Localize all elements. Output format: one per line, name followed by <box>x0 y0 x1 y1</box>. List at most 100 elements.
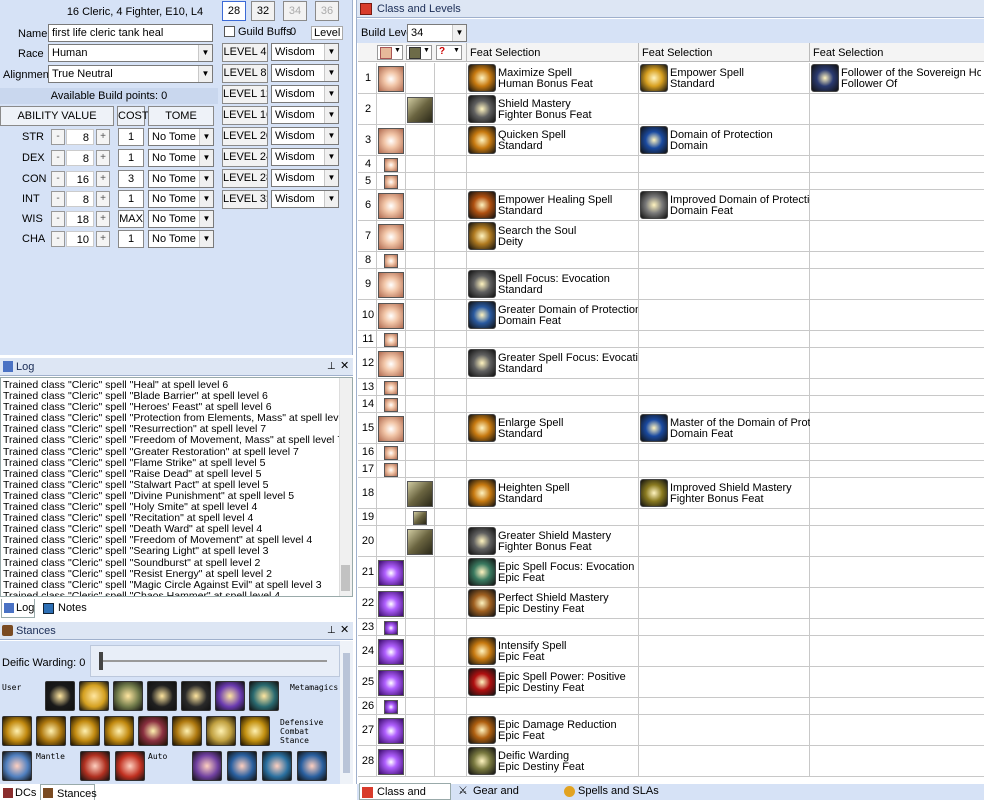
cleric-class-icon[interactable] <box>384 332 398 347</box>
feat-icon[interactable] <box>468 747 496 775</box>
level-row[interactable] <box>358 557 984 588</box>
level-up-stat-select[interactable]: Wisdom ▼ <box>271 64 339 82</box>
feat-icon[interactable] <box>468 349 496 377</box>
feat-icon[interactable] <box>468 668 496 696</box>
stance-toggle[interactable] <box>240 716 270 746</box>
cleric-class-icon[interactable] <box>378 271 404 298</box>
increment-button[interactable]: + <box>96 150 110 166</box>
feat-icon[interactable] <box>468 222 496 250</box>
level-row[interactable] <box>358 156 984 173</box>
stance-toggle[interactable] <box>79 681 109 711</box>
feat-icon[interactable] <box>640 191 668 219</box>
feat-icon[interactable] <box>468 301 496 329</box>
cleric-class-icon[interactable] <box>384 253 398 268</box>
feat-icon[interactable] <box>468 527 496 555</box>
class2-column-header[interactable]: ▼ <box>406 45 432 60</box>
level-row[interactable] <box>358 588 984 619</box>
class3-column-header[interactable]: ? ▼ <box>436 45 462 60</box>
stance-toggle[interactable] <box>192 751 222 781</box>
stance-toggle[interactable] <box>104 716 134 746</box>
level-row[interactable] <box>358 619 984 636</box>
guild-buffs-value[interactable]: 0 <box>290 26 296 38</box>
tome-select[interactable]: No Tome ▼ <box>148 149 214 167</box>
level-row[interactable] <box>358 173 984 190</box>
feat-icon[interactable] <box>468 479 496 507</box>
level-row[interactable] <box>358 715 984 746</box>
stance-toggle[interactable] <box>249 681 279 711</box>
gear-tab[interactable]: Gear and Filigrees <box>455 783 559 800</box>
feat-icon[interactable] <box>468 716 496 744</box>
stance-toggle[interactable] <box>45 681 75 711</box>
epic-class-icon[interactable] <box>378 638 404 665</box>
cleric-class-icon[interactable] <box>378 223 404 250</box>
tome-select[interactable]: No Tome ▼ <box>148 230 214 248</box>
feat-icon[interactable] <box>640 414 668 442</box>
epic-class-icon[interactable] <box>378 717 404 744</box>
close-icon[interactable]: ✕ <box>340 359 349 372</box>
cleric-class-icon[interactable] <box>384 157 398 172</box>
level-up-stat-select[interactable]: Wisdom ▼ <box>271 127 339 145</box>
log-text-area[interactable]: Trained class "Cleric" spell "Heal" at s… <box>0 377 353 597</box>
feat-icon[interactable] <box>468 637 496 665</box>
stance-toggle[interactable] <box>181 681 211 711</box>
stance-toggle[interactable] <box>147 681 177 711</box>
stance-toggle[interactable] <box>227 751 257 781</box>
stance-toggle[interactable] <box>138 716 168 746</box>
level-up-stat-select[interactable]: Wisdom ▼ <box>271 85 339 103</box>
level-row[interactable] <box>358 348 984 379</box>
epic-class-icon[interactable] <box>378 590 404 617</box>
stance-toggle[interactable] <box>206 716 236 746</box>
cleric-class-icon[interactable] <box>384 445 398 460</box>
level-up-stat-select[interactable]: Wisdom ▼ <box>271 190 339 208</box>
level-up-stat-select[interactable]: Wisdom ▼ <box>271 43 339 61</box>
level-row[interactable] <box>358 221 984 252</box>
cleric-class-icon[interactable] <box>384 380 398 395</box>
tome-select[interactable]: No Tome ▼ <box>148 128 214 146</box>
fighter-class-icon[interactable] <box>407 96 433 123</box>
decrement-button[interactable]: - <box>51 171 65 187</box>
cleric-class-icon[interactable] <box>384 174 398 189</box>
log-scrollbar[interactable] <box>339 378 352 596</box>
cleric-class-icon[interactable] <box>378 65 404 92</box>
stance-toggle[interactable] <box>115 751 145 781</box>
deific-warding-slider[interactable] <box>90 645 340 677</box>
tome-select[interactable]: No Tome ▼ <box>148 170 214 188</box>
feat-icon[interactable] <box>468 589 496 617</box>
cleric-class-icon[interactable] <box>378 415 404 442</box>
level-28-button[interactable]: 28 <box>222 1 246 21</box>
stance-toggle[interactable] <box>297 751 327 781</box>
stance-toggle[interactable] <box>80 751 110 781</box>
level-row[interactable] <box>358 461 984 478</box>
stance-toggle[interactable] <box>36 716 66 746</box>
feat-icon[interactable] <box>468 558 496 586</box>
cleric-class-icon[interactable] <box>378 192 404 219</box>
level-row[interactable] <box>358 331 984 348</box>
level-row[interactable] <box>358 667 984 698</box>
level-up-stat-select[interactable]: Wisdom ▼ <box>271 169 339 187</box>
level-row[interactable] <box>358 300 984 331</box>
class1-column-header[interactable]: ▼ <box>377 45 403 60</box>
level-row[interactable] <box>358 444 984 461</box>
pin-icon[interactable]: ⊥ <box>327 361 336 372</box>
increment-button[interactable]: + <box>96 191 110 207</box>
cleric-class-icon[interactable] <box>384 462 398 477</box>
cleric-class-icon[interactable] <box>384 397 398 412</box>
level-34-button[interactable]: 34 <box>283 1 307 21</box>
log-scroll-thumb[interactable] <box>341 565 350 591</box>
epic-class-icon[interactable] <box>378 669 404 696</box>
cleric-class-icon[interactable] <box>378 302 404 329</box>
fighter-class-icon[interactable] <box>407 480 433 507</box>
level-36-button[interactable]: 36 <box>315 1 339 21</box>
level-row[interactable] <box>358 252 984 269</box>
stances-scroll-thumb[interactable] <box>343 653 350 773</box>
fighter-class-icon[interactable] <box>407 528 433 555</box>
level-row[interactable] <box>358 746 984 777</box>
feat-icon[interactable] <box>468 414 496 442</box>
stance-toggle[interactable] <box>215 681 245 711</box>
stance-toggle[interactable] <box>70 716 100 746</box>
epic-class-icon[interactable] <box>378 559 404 586</box>
stance-toggle[interactable] <box>2 716 32 746</box>
level-row[interactable] <box>358 269 984 300</box>
level-row[interactable] <box>358 526 984 557</box>
feat-icon[interactable] <box>811 64 839 92</box>
